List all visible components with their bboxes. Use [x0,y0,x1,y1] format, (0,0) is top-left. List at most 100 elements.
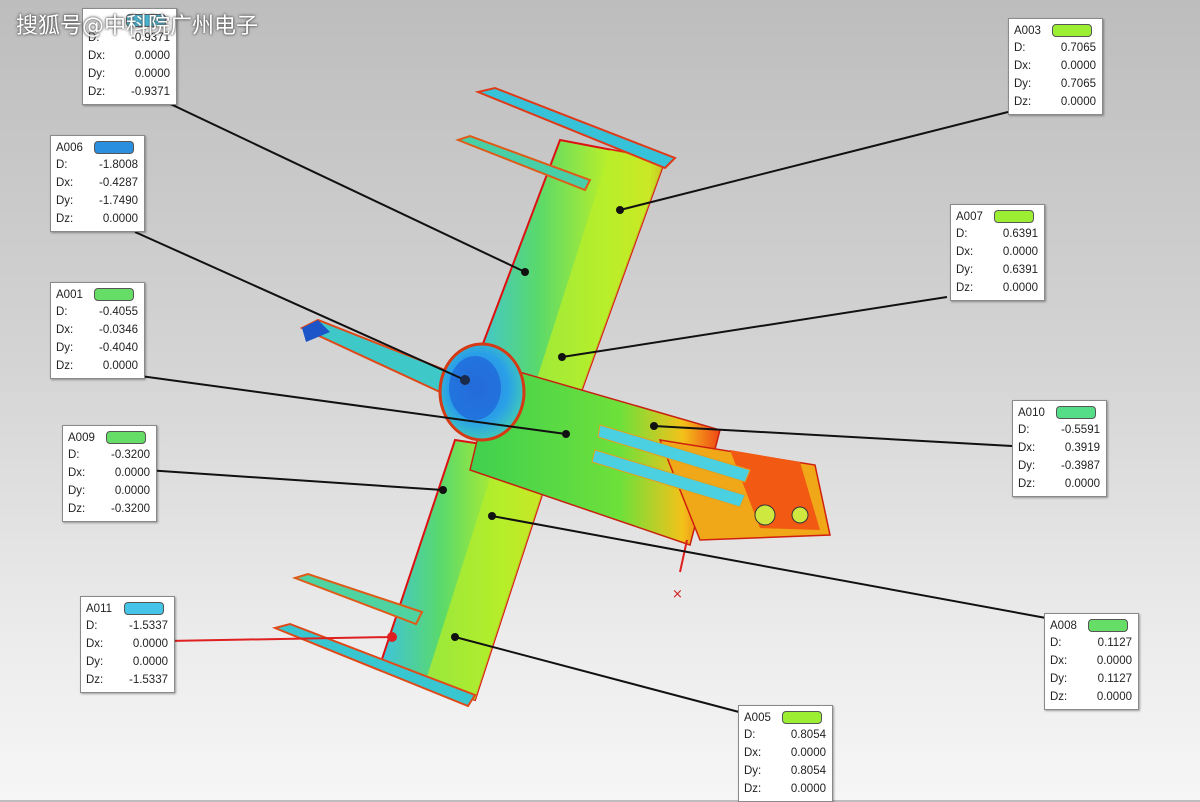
callout-a011[interactable]: A011 D: -1.5337 Dx: 0.0000 Dy: 0.0000 Dz: -1… [80,596,175,693]
callout-id: A008 [1050,619,1077,632]
label-dy: Dy: [56,342,74,354]
label-dx: Dx: [1014,60,1032,72]
value-d: -0.4055 [98,306,138,318]
label-dz: Dz: [956,282,974,294]
label-d: D: [956,228,968,240]
value-dz: 0.0000 [102,360,138,372]
color-swatch [94,288,134,301]
value-dx: -0.0346 [98,324,138,336]
value-dz: 0.0000 [790,783,826,795]
value-dz: 0.0000 [1060,96,1096,108]
value-dx: 0.0000 [1096,655,1132,667]
leader-a005 [454,636,740,713]
callout-a009[interactable]: A009 D: -0.3200 Dx: 0.0000 Dy: 0.0000 Dz: -0… [62,425,157,522]
svg-text:×: × [672,587,683,602]
label-dy: Dy: [956,264,974,276]
callout-a007[interactable]: A007 D: 0.6391 Dx: 0.0000 Dy: 0.6391 Dz: 0.0… [950,204,1045,301]
callout-a010[interactable]: A010 D: -0.5591 Dx: 0.3919 Dy: -0.3987 Dz: 0… [1012,400,1107,497]
label-dz: Dz: [86,674,104,686]
leader-a006 [134,231,466,381]
label-dz: Dz: [88,86,106,98]
callout-id: A005 [744,711,771,724]
label-d: D: [1050,637,1062,649]
value-dy: 0.0000 [114,485,150,497]
label-dz: Dz: [56,213,74,225]
value-dy: 0.0000 [134,68,170,80]
value-d: 0.7065 [1060,42,1096,54]
value-dx: 0.0000 [134,50,170,62]
label-dz: Dz: [1018,478,1036,490]
callout-a006[interactable]: A006 D: -1.8008 Dx: -0.4287 Dy: -1.7490 Dz:… [50,135,145,232]
label-dz: Dz: [56,360,74,372]
value-dx: 0.3919 [1064,442,1100,454]
callout-id: A010 [1018,406,1045,419]
label-dx: Dx: [744,747,762,759]
value-dz: -0.9371 [130,86,170,98]
watermark-text: 搜狐号@中科院广州电子 [16,14,259,39]
callout-id: A009 [68,431,95,444]
label-d: D: [1014,42,1026,54]
label-dx: Dx: [88,50,106,62]
value-dy: 0.7065 [1060,78,1096,90]
value-dz: -0.3200 [110,503,150,515]
value-dy: 0.6391 [1002,264,1038,276]
leader-top-left [161,99,526,273]
color-swatch [124,602,164,615]
label-dx: Dx: [56,177,74,189]
label-dz: Dz: [1050,691,1068,703]
color-swatch [1052,24,1092,37]
callout-a008[interactable]: A008 D: 0.1127 Dx: 0.0000 Dy: 0.1127 Dz: 0.0… [1044,613,1139,710]
callout-a005[interactable]: A005 D: 0.8054 Dx: 0.0000 Dy: 0.8054 Dz: 0.0… [738,705,833,802]
label-d: D: [86,620,98,632]
label-d: D: [56,306,68,318]
label-dx: Dx: [956,246,974,258]
label-dy: Dy: [88,68,106,80]
value-d: -1.5337 [128,620,168,632]
value-d: 0.1127 [1097,637,1132,649]
label-dz: Dz: [744,783,762,795]
label-dy: Dy: [86,656,104,668]
label-d: D: [56,159,68,171]
label-d: D: [1018,424,1030,436]
label-dy: Dy: [1018,460,1036,472]
label-d: D: [744,729,756,741]
value-dz: 0.0000 [1096,691,1132,703]
value-dy: -0.4040 [98,342,138,354]
leader-a009 [145,469,444,491]
label-dx: Dx: [1018,442,1036,454]
value-d: -1.8008 [98,159,138,171]
callout-id: A001 [56,288,83,301]
color-swatch [1056,406,1096,419]
value-dx: 0.0000 [1002,246,1038,258]
leader-a003 [619,111,1009,211]
value-dz: 0.0000 [1064,478,1100,490]
value-dz: 0.0000 [1002,282,1038,294]
callout-id: A003 [1014,24,1041,37]
value-dz: 0.0000 [102,213,138,225]
callout-a001[interactable]: A001 D: -0.4055 Dx: -0.0346 Dy: -0.4040 Dz:… [50,282,145,379]
label-dz: Dz: [1014,96,1032,108]
label-dx: Dx: [86,638,104,650]
label-dy: Dy: [1050,673,1068,685]
callout-id: A011 [86,602,113,615]
callout-id: A007 [956,210,983,223]
callout-a003[interactable]: A003 D: 0.7065 Dx: 0.0000 Dy: 0.7065 Dz: 0.0… [1008,18,1103,115]
value-dx: -0.4287 [98,177,138,189]
label-dx: Dx: [56,324,74,336]
frame-part: × [271,86,831,708]
color-swatch [94,141,134,154]
value-d: 0.6391 [1002,228,1038,240]
leader-a011 [166,636,393,642]
label-dx: Dx: [1050,655,1068,667]
value-dy: 0.1127 [1097,673,1132,685]
color-swatch [106,431,146,444]
value-dy: -0.3987 [1060,460,1100,472]
value-dy: -1.7490 [98,195,138,207]
value-dy: 0.8054 [790,765,826,777]
label-dz: Dz: [68,503,86,515]
value-dx: 0.0000 [114,467,150,479]
value-dx: 0.0000 [1060,60,1096,72]
color-swatch [1088,619,1128,632]
value-dx: 0.0000 [132,638,168,650]
value-dy: 0.0000 [132,656,168,668]
